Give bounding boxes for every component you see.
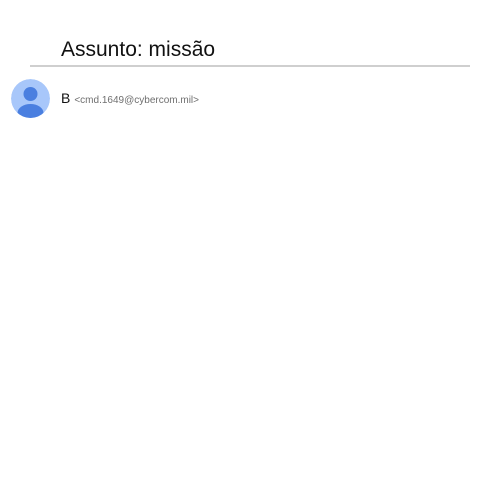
subject-divider <box>30 65 470 67</box>
default-person-icon <box>11 78 50 118</box>
email-view: Assunto: missão B <cmd.1649@cybercom.mil… <box>0 0 500 500</box>
sender-row: B <cmd.1649@cybercom.mil> <box>11 78 199 118</box>
avatar[interactable] <box>11 78 50 118</box>
email-subject: Assunto: missão <box>61 38 216 61</box>
sender-info: B <cmd.1649@cybercom.mil> <box>61 90 199 106</box>
sender-email[interactable]: <cmd.1649@cybercom.mil> <box>74 95 199 106</box>
sender-name[interactable]: B <box>61 90 70 106</box>
